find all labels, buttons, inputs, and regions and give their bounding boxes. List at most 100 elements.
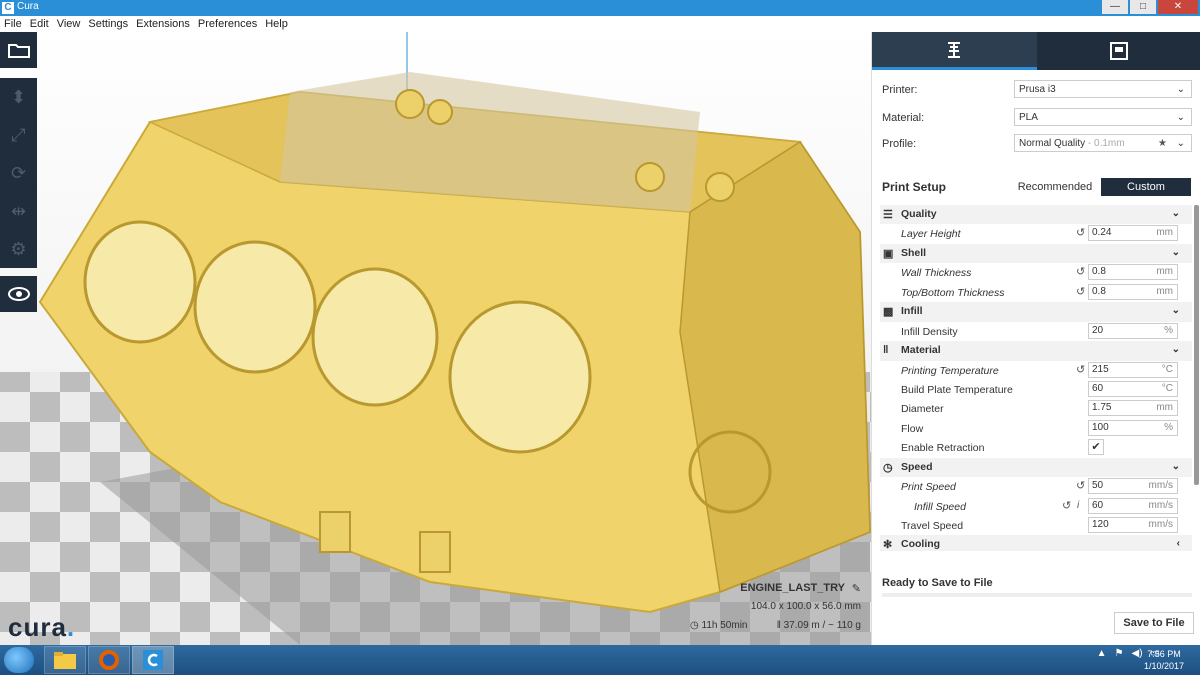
flag-icon[interactable]: ⚑ [1115, 648, 1124, 659]
category-cooling[interactable]: ✻ Cooling ‹ [880, 535, 1192, 551]
chevron-down-icon: ⌄ [1176, 112, 1185, 123]
unit: mm [1156, 285, 1173, 297]
category-label: Shell [901, 246, 927, 259]
setting-wall-thickness: Wall Thickness ↺ 0.8 mm [880, 263, 1192, 282]
menu-view[interactable]: View [53, 18, 85, 30]
per-model-settings-icon[interactable]: ⚙ [0, 230, 37, 268]
printer-select[interactable]: Prusa i3 ⌄ [1014, 80, 1192, 98]
reset-icon[interactable]: ↺ [1076, 363, 1085, 376]
layer-height-input[interactable]: 0.24 mm [1088, 225, 1178, 242]
model-port [319, 511, 351, 553]
material-row: Material: PLA ⌄ [882, 108, 1192, 128]
minimize-button[interactable]: — [1102, 0, 1128, 14]
print-speed-input[interactable]: 50 mm/s [1088, 478, 1178, 495]
setting-diameter: Diameter 1.75 mm [880, 399, 1192, 418]
material-usage: ‖ 37.09 m / ~ 110 g [777, 620, 861, 631]
explorer-taskbar-button[interactable] [44, 646, 86, 674]
system-clock[interactable]: 7:56 PM 1/10/2017 [1144, 648, 1184, 672]
cura-logo: cura. [8, 612, 75, 643]
3d-viewport[interactable] [0, 32, 871, 645]
save-to-file-button[interactable]: Save to File [1114, 612, 1194, 634]
material-icon: ‖ [883, 344, 889, 357]
cylinder-bore [311, 267, 439, 407]
infill-speed-input[interactable]: 60 mm/s [1088, 497, 1178, 514]
category-speed[interactable]: ◷ Speed ⌄ [880, 457, 1192, 478]
menu-help[interactable]: Help [261, 18, 292, 30]
folder-icon [54, 652, 76, 669]
recommended-tab[interactable]: Recommended [1010, 178, 1100, 196]
profile-select[interactable]: Normal Quality - 0.1mm ★ ⌄ [1014, 134, 1192, 152]
retraction-checkbox[interactable]: ✔ [1088, 439, 1104, 456]
flow-input[interactable]: 100% [1088, 419, 1178, 436]
reset-icon[interactable]: ↺ [1062, 499, 1071, 512]
maximize-button[interactable]: □ [1130, 0, 1156, 14]
tab-monitor[interactable] [1036, 32, 1200, 70]
category-shell[interactable]: ▣ Shell ⌄ [880, 243, 1192, 264]
open-file-button[interactable] [0, 32, 37, 68]
rotate-tool-icon[interactable]: ⟳ [0, 154, 37, 192]
category-label: Material [901, 344, 941, 357]
show-hidden-icon[interactable]: ▲ [1097, 648, 1107, 659]
folder-icon [7, 44, 30, 58]
setting-layer-height: Layer Height ↺ 0.24 mm [880, 224, 1192, 243]
build-plate-temperature-input[interactable]: 60 °C [1088, 380, 1178, 397]
info-icon[interactable]: i [1077, 500, 1079, 511]
category-material[interactable]: ‖ Material ⌄ [880, 341, 1192, 361]
reset-icon[interactable]: ↺ [1076, 479, 1085, 492]
reset-icon[interactable]: ↺ [1076, 285, 1085, 298]
travel-speed-input[interactable]: 120 mm/s [1088, 517, 1178, 533]
chevron-down-icon: ⌄ [1171, 344, 1180, 356]
setting-label: Flow [901, 422, 924, 435]
window-controls: — □ ✕ [1100, 0, 1198, 15]
engine-block-model[interactable] [0, 32, 871, 645]
cylinder-bore [448, 300, 592, 454]
reset-icon[interactable]: ↺ [1076, 226, 1085, 239]
top-bottom-thickness-input[interactable]: 0.8 mm [1088, 283, 1178, 300]
pencil-icon[interactable]: ✎ [852, 582, 861, 595]
custom-tab[interactable]: Custom [1101, 178, 1191, 196]
mirror-tool-icon[interactable]: ⇹ [0, 192, 37, 230]
menu-extensions[interactable]: Extensions [132, 18, 194, 30]
printing-temperature-input[interactable]: 215 °C [1088, 361, 1178, 378]
diameter-input[interactable]: 1.75 mm [1088, 400, 1178, 417]
setting-print-speed: Print Speed ↺ 50 mm/s [880, 477, 1192, 496]
volume-icon[interactable]: ◀) [1132, 648, 1143, 659]
cura-taskbar-button[interactable] [132, 646, 174, 674]
progress-bar [882, 593, 1192, 597]
move-tool-icon[interactable]: ⬍ [0, 78, 37, 116]
input-value: 100 [1092, 421, 1109, 433]
settings-scrollbar[interactable] [1194, 205, 1199, 485]
firefox-taskbar-button[interactable] [88, 646, 130, 674]
print-time-value: 11h 50min [701, 620, 748, 631]
category-quality[interactable]: ☰ Quality ⌄ [880, 205, 1192, 225]
reset-icon[interactable]: ↺ [1076, 265, 1085, 278]
menu-edit[interactable]: Edit [26, 18, 53, 30]
infill-density-input[interactable]: 20% [1088, 322, 1178, 339]
model-port [419, 531, 451, 573]
input-value: 0.8 [1092, 285, 1106, 297]
printer-value: Prusa i3 [1019, 84, 1056, 95]
start-button[interactable] [4, 647, 34, 673]
unit: % [1164, 421, 1173, 433]
settings-list: ☰ Quality ⌄ Layer Height ↺ 0.24 mm ▣ Shell ⌄ Wa… [880, 205, 1192, 551]
job-name[interactable]: ENGINE_LAST_TRY [740, 582, 845, 594]
chevron-down-icon: ⌄ [1171, 305, 1180, 317]
material-select[interactable]: PLA ⌄ [1014, 108, 1192, 126]
unit: mm [1156, 266, 1173, 278]
wall-thickness-input[interactable]: 0.8 mm [1088, 264, 1178, 281]
setting-label: Top/Bottom Thickness [901, 286, 1005, 299]
print-time: ◷ 11h 50min [690, 620, 747, 631]
setting-top-bottom-thickness: Top/Bottom Thickness ↺ 0.8 mm [880, 283, 1192, 302]
tab-prepare[interactable] [872, 32, 1037, 70]
menu-file[interactable]: File [0, 18, 26, 30]
category-infill[interactable]: ▩ Infill ⌄ [880, 302, 1192, 322]
close-button[interactable]: ✕ [1158, 0, 1198, 14]
menu-preferences[interactable]: Preferences [194, 18, 261, 30]
chevron-down-icon: ⌄ [1171, 246, 1180, 258]
view-mode-button[interactable] [0, 276, 37, 312]
scale-tool-icon[interactable]: ⤢ [0, 116, 37, 154]
setting-label: Enable Retraction [901, 442, 985, 455]
shell-icon: ▣ [883, 247, 894, 260]
setting-label: Layer Height [901, 228, 961, 241]
menu-settings[interactable]: Settings [84, 18, 132, 30]
